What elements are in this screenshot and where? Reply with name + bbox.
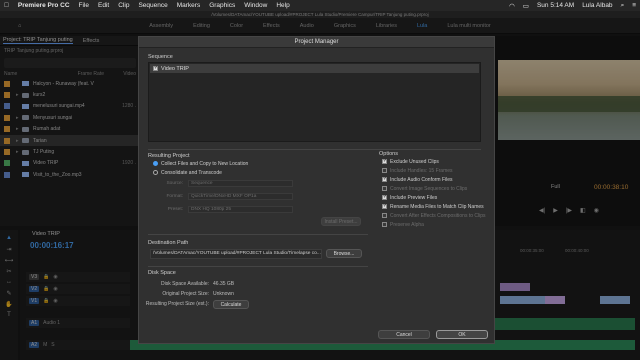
resulting-size-key: Resulting Project Size (est.): bbox=[145, 301, 209, 307]
option-row: Include Handles: 15 Frames bbox=[382, 166, 494, 175]
radio-button[interactable] bbox=[153, 161, 158, 166]
destination-label: Destination Path bbox=[148, 240, 189, 246]
radio-consolidate[interactable]: Consolidate and Transcode bbox=[153, 168, 373, 177]
sequence-list: Video TRIP bbox=[148, 62, 481, 142]
disk-available-key: Disk Space Available: bbox=[161, 281, 209, 287]
sequence-item[interactable]: Video TRIP bbox=[150, 64, 479, 73]
radio-button[interactable] bbox=[153, 170, 158, 175]
menu-help[interactable]: Help bbox=[276, 2, 289, 9]
menu-sequence[interactable]: Sequence bbox=[138, 2, 167, 9]
option-row: Convert After Effects Compositions to Cl… bbox=[382, 211, 494, 220]
option-label: Include Audio Conform Files bbox=[390, 176, 453, 183]
menu-window[interactable]: Window bbox=[244, 2, 267, 9]
menu-graphics[interactable]: Graphics bbox=[209, 2, 235, 9]
option-checkbox[interactable] bbox=[382, 176, 387, 182]
dialog-title: Project Manager bbox=[139, 37, 494, 48]
menu-edit[interactable]: Edit bbox=[98, 2, 109, 9]
resulting-project-options: Collect Files and Copy to New Location C… bbox=[153, 159, 373, 214]
disk-space-label: Disk Space bbox=[148, 270, 176, 276]
user-name[interactable]: Lula Albab bbox=[582, 2, 612, 9]
field-key: Format: bbox=[166, 194, 183, 199]
options-list: Exclude Unused Clips Include Handles: 15 … bbox=[382, 157, 494, 229]
install-preset-button[interactable]: Install Preset... bbox=[321, 217, 361, 226]
option-checkbox bbox=[382, 222, 387, 227]
format-select[interactable]: QuickTime/DNxHD MXF OP1a bbox=[188, 193, 293, 200]
preset-select[interactable]: DNX HQ 1080p 25 bbox=[188, 206, 293, 213]
disk-space-info: Disk Space Available: 46.35 GB Original P… bbox=[139, 279, 369, 309]
option-label: Rename Media Files to Match Clip Names bbox=[390, 203, 484, 210]
option-row[interactable]: Include Audio Conform Files bbox=[382, 175, 494, 184]
search-icon[interactable]: ⌕ bbox=[621, 2, 625, 10]
browse-button[interactable]: Browse... bbox=[326, 249, 362, 258]
radio-label: Collect Files and Copy to New Location bbox=[161, 160, 249, 167]
menu-file[interactable]: File bbox=[79, 2, 89, 9]
menu-markers[interactable]: Markers bbox=[177, 2, 200, 9]
option-label: Exclude Unused Clips bbox=[390, 158, 439, 165]
cancel-button[interactable]: Cancel bbox=[378, 330, 430, 339]
field-key: Preset: bbox=[167, 207, 183, 212]
battery-icon[interactable]: ▭ bbox=[523, 2, 529, 10]
radio-label: Consolidate and Transcode bbox=[161, 169, 222, 176]
destination-path-field[interactable]: /Volumes/DATAmac/YOUTUBE upload/#PROJECT… bbox=[150, 249, 322, 259]
option-row: Convert Image Sequences to Clips bbox=[382, 184, 494, 193]
option-checkbox bbox=[382, 186, 387, 191]
sequence-section-label: Sequence bbox=[148, 54, 173, 60]
preset-field: Preset: DNX HQ 1080p 25 bbox=[153, 205, 373, 214]
field-key: Source: bbox=[166, 181, 183, 186]
sequence-checkbox[interactable] bbox=[153, 65, 158, 71]
divider bbox=[148, 149, 481, 150]
list-icon[interactable]: ≡ bbox=[632, 2, 636, 9]
option-label: Convert Image Sequences to Clips bbox=[390, 185, 468, 192]
original-size-value: Unknown bbox=[213, 291, 234, 297]
format-field: Format: QuickTime/DNxHD MXF OP1a bbox=[153, 192, 373, 201]
calculate-button[interactable]: Calculate bbox=[213, 299, 249, 309]
option-checkbox[interactable] bbox=[382, 203, 387, 209]
menu-bar:  Premiere Pro CC File Edit Clip Sequenc… bbox=[0, 0, 640, 11]
disk-available-value: 46.35 GB bbox=[213, 281, 235, 287]
clock[interactable]: Sun 5:14 AM bbox=[537, 2, 574, 9]
option-checkbox[interactable] bbox=[382, 158, 387, 164]
app-menu[interactable]: Premiere Pro CC bbox=[18, 2, 70, 9]
option-label: Include Preview Files bbox=[390, 194, 438, 201]
option-row[interactable]: Include Preview Files bbox=[382, 193, 494, 202]
original-size-key: Original Project Size: bbox=[162, 291, 209, 297]
option-row[interactable]: Exclude Unused Clips bbox=[382, 157, 494, 166]
divider bbox=[148, 234, 368, 235]
option-label: Include Handles: 15 Frames bbox=[390, 167, 453, 174]
project-manager-dialog: Project Manager Sequence Video TRIP Resu… bbox=[138, 36, 495, 344]
radio-collect-files[interactable]: Collect Files and Copy to New Location bbox=[153, 159, 373, 168]
option-checkbox bbox=[382, 168, 387, 173]
window-path: /Volumes/DATAmac/YOUTUBE upload/#PROJECT… bbox=[0, 11, 640, 18]
ok-button[interactable]: OK bbox=[436, 330, 488, 339]
option-row[interactable]: Rename Media Files to Match Clip Names bbox=[382, 202, 494, 211]
option-checkbox[interactable] bbox=[382, 194, 387, 200]
option-checkbox bbox=[382, 213, 387, 218]
sequence-item-label: Video TRIP bbox=[161, 65, 189, 72]
option-row: Preserve Alpha bbox=[382, 220, 494, 229]
source-select[interactable]: Sequence bbox=[188, 180, 293, 187]
source-field: Source: Sequence bbox=[153, 179, 373, 188]
apple-icon[interactable]:  bbox=[4, 2, 9, 9]
wifi-icon[interactable]: ◠ bbox=[509, 2, 515, 10]
menu-clip[interactable]: Clip bbox=[118, 2, 129, 9]
option-label: Convert After Effects Compositions to Cl… bbox=[390, 212, 486, 219]
option-label: Preserve Alpha bbox=[390, 221, 424, 228]
divider bbox=[148, 266, 368, 267]
